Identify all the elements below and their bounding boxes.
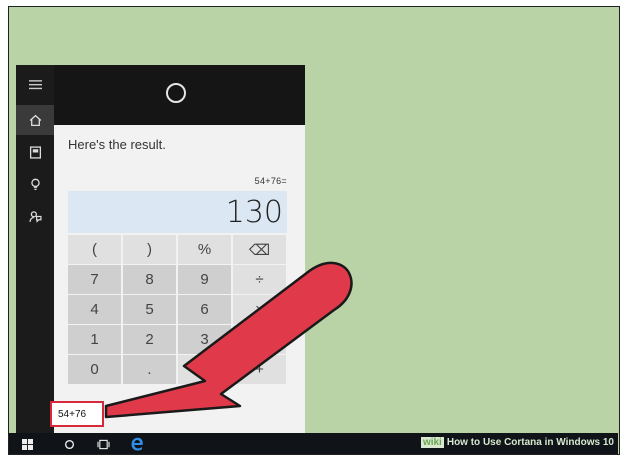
calculator-result: 130 — [225, 195, 283, 230]
windows-start-icon[interactable] — [19, 436, 35, 452]
task-view-icon[interactable] — [95, 436, 111, 452]
key-decimal[interactable]: . — [123, 355, 176, 384]
key-0[interactable]: 0 — [68, 355, 121, 384]
key-5[interactable]: 5 — [123, 295, 176, 324]
cortana-circle-icon[interactable] — [166, 83, 186, 103]
key-backspace[interactable]: ⌫ — [233, 235, 286, 264]
cortana-taskbar-icon[interactable] — [61, 436, 77, 452]
key-6[interactable]: 6 — [178, 295, 231, 324]
result-heading: Here's the result. — [68, 137, 166, 152]
key-minus[interactable]: − — [233, 325, 286, 354]
taskbar: wiki How to Use Cortana in Windows 10 — [9, 433, 618, 454]
key-7[interactable]: 7 — [68, 265, 121, 294]
calculator-display: 130 — [68, 191, 287, 233]
key-equals[interactable]: = — [178, 355, 231, 384]
key-open-paren[interactable]: ( — [68, 235, 121, 264]
key-plus[interactable]: + — [233, 355, 286, 384]
home-icon[interactable] — [16, 105, 54, 135]
feedback-icon[interactable] — [16, 201, 54, 231]
key-divide[interactable]: ÷ — [233, 265, 286, 294]
key-multiply[interactable]: × — [233, 295, 286, 324]
hamburger-icon[interactable] — [16, 69, 54, 99]
wikihow-watermark: wiki How to Use Cortana in Windows 10 — [420, 437, 614, 448]
calculator-expression: 54+76= — [254, 176, 287, 186]
edge-browser-icon[interactable] — [129, 436, 145, 452]
key-3[interactable]: 3 — [178, 325, 231, 354]
cortana-header — [54, 65, 305, 125]
screenshot-frame: Here's the result. 54+76= 130 ()% ⌫ 7 8 9 ÷ 4 5… — [8, 6, 620, 455]
key-1[interactable]: 1 — [68, 325, 121, 354]
key-close-paren[interactable]: ) — [123, 235, 176, 264]
key-8[interactable]: 8 — [123, 265, 176, 294]
lightbulb-icon[interactable] — [16, 169, 54, 199]
notebook-icon[interactable] — [16, 137, 54, 167]
key-2[interactable]: 2 — [123, 325, 176, 354]
cortana-sidebar — [16, 65, 54, 435]
key-9[interactable]: 9 — [178, 265, 231, 294]
key-percent[interactable]: % — [178, 235, 231, 264]
cortana-results-panel: Here's the result. 54+76= 130 ()% ⌫ 7 8 9 ÷ 4 5… — [54, 125, 305, 435]
search-input[interactable]: 54+76 — [50, 401, 104, 427]
key-4[interactable]: 4 — [68, 295, 121, 324]
